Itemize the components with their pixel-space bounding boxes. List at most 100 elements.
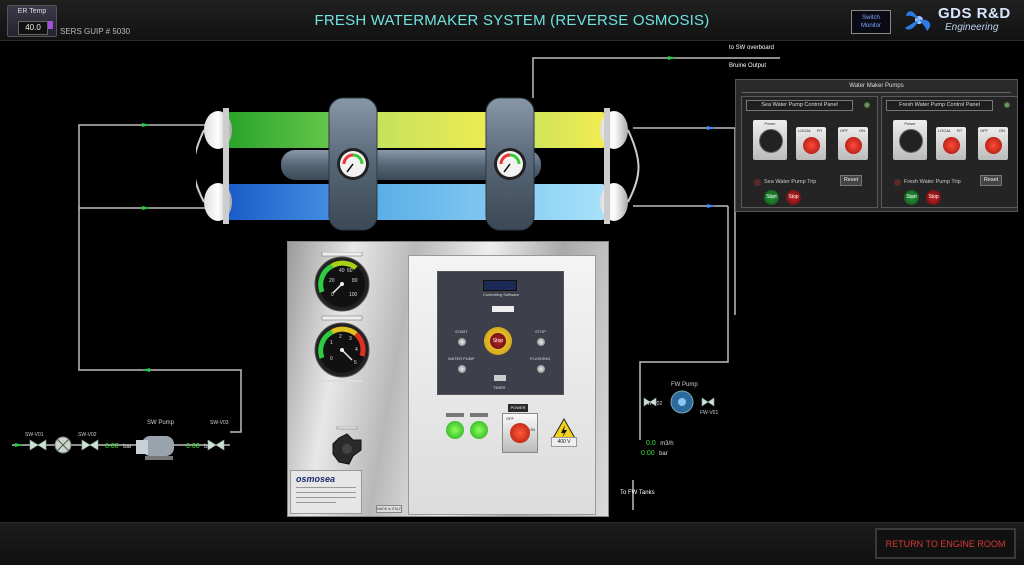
voltage-label: 400 V (551, 437, 577, 447)
display-screen (483, 280, 517, 291)
to-fw-tanks-label: To FW Tanks (620, 490, 655, 496)
bottom-bar (0, 522, 1024, 565)
sw-local-label: LOCAL (798, 128, 812, 133)
sw-power-dial-icon (759, 129, 783, 153)
power-label: POWER (508, 404, 528, 412)
sw-v02-label[interactable]: SW-V02 (78, 432, 97, 438)
made-in-italy-plate: MADE in ITALY (376, 505, 402, 513)
er-temp-marker-icon (48, 21, 53, 29)
gauge-upper-tick-80: 80 (352, 278, 358, 284)
sw-power-meter: Power (753, 120, 787, 160)
osmosea-nameplate: osmosea (290, 470, 362, 514)
sw-pump-label[interactable]: SW Pump (147, 420, 174, 426)
plate-line-4 (296, 502, 336, 503)
fw-trip-label: Fresh Water Pump Trip (904, 179, 961, 185)
fw-remote-label: RT (957, 128, 963, 133)
sw-on-label: ON (859, 128, 865, 133)
brand-title: GDS R&D (938, 5, 1011, 22)
to-sw-overboard-label: to SW overboard (729, 45, 775, 51)
sw-selector-knob-icon (803, 137, 820, 154)
green-lamp-2-icon (470, 421, 488, 439)
fw-on-off-switch[interactable]: OFF ON (978, 127, 1008, 160)
sw-stop-button[interactable]: Stop (786, 190, 801, 205)
plate-line-1 (296, 487, 356, 488)
fw-stop-button[interactable]: Stop (926, 190, 941, 205)
fw-pump-label[interactable]: FW Pump (671, 382, 698, 388)
lamp-tag-1 (446, 413, 464, 417)
main-power-switch[interactable]: OFF ON (502, 413, 538, 453)
fw-on-label: ON (999, 128, 1005, 133)
sw-v03-label[interactable]: SW-V03 (210, 420, 229, 426)
plate-line-3 (296, 497, 356, 498)
sw-v01-label[interactable]: SW-V01 (25, 432, 44, 438)
timer-label: TIMER (493, 385, 506, 390)
sw-reset-button[interactable]: Reset (840, 175, 862, 186)
er-temp-value: 40.0 (18, 21, 48, 35)
fw-pressure-readout: 0.00 bar (641, 450, 668, 457)
gauge-upper-tick-40: 40 (339, 268, 345, 274)
flushing-switch-icon[interactable] (537, 365, 545, 373)
fw-status-led-icon (1004, 102, 1010, 108)
start-indicator-icon[interactable] (458, 338, 466, 346)
sw-trip-led-icon (754, 179, 761, 186)
fw-onoff-knob-icon (985, 137, 1002, 154)
flushing-label: FLUSHING (530, 356, 551, 361)
fw-power-dial-icon (899, 129, 923, 153)
sea-water-pump-control-panel: Sea Water Pump Control Panel Power LOCAL… (741, 96, 878, 208)
sers-label: SERS GUIP # 5030 (60, 27, 131, 36)
stop-indicator-icon[interactable] (537, 338, 545, 346)
sw-start-button[interactable]: Start (764, 190, 779, 205)
fresh-water-pump-control-panel: Fresh Water Pump Control Panel Power LOC… (881, 96, 1018, 208)
start-label: START (455, 329, 468, 334)
sw-pressure-before: 0.00 bar (105, 443, 132, 450)
fw-trip-led-icon (894, 179, 901, 186)
plate-line-2 (296, 492, 356, 493)
ro-membrane-assembly (196, 97, 640, 231)
gauge-upper-tick-20: 20 (329, 278, 335, 284)
fw-reset-button[interactable]: Reset (980, 175, 1002, 186)
fw-local-remote-switch[interactable]: LOCAL RT (936, 127, 966, 160)
water-pump-switch-icon[interactable] (458, 365, 466, 373)
pressure-gauges: 40 60 20 80 0 100 2 3 4 1 5 0 (314, 252, 370, 382)
sw-status-led-icon (864, 102, 870, 108)
sw-local-remote-switch[interactable]: LOCAL RT (796, 127, 826, 160)
gauge-lower-tick-0: 0 (330, 356, 333, 362)
timer-display-icon (494, 375, 506, 381)
fw-power-label: Power (904, 121, 916, 126)
gauge-upper-tick-100: 100 (349, 292, 358, 298)
fw-local-label: LOCAL (938, 128, 952, 133)
sw-pressure-after: 0.00 bar (186, 443, 213, 450)
fw-power-meter: Power (893, 120, 927, 160)
sw-off-label: OFF (840, 128, 848, 133)
pumps-panel-divider (742, 92, 1011, 93)
gds-logo-icon (905, 11, 931, 31)
emergency-stop-button[interactable]: Stop (490, 333, 506, 349)
return-to-engine-room-button[interactable]: RETURN TO ENGINE ROOM (875, 528, 1016, 559)
gauge-lower-tick-2: 2 (339, 334, 342, 340)
water-pump-label: WATER PUMP (448, 356, 475, 361)
gauge-lower-tick-4: 4 (355, 347, 358, 353)
lamp-tag-2 (470, 413, 488, 417)
sw-power-label: Power (764, 121, 776, 126)
sw-trip-label: Sea Water Pump Trip (764, 179, 817, 185)
green-lamp-1-icon (446, 421, 464, 439)
brand-subtitle: Engineering (945, 22, 999, 33)
fw-start-button[interactable]: Start (904, 190, 919, 205)
fw-off-label: OFF (980, 128, 988, 133)
water-maker-pumps-panel: Water Maker Pumps Sea Water Pump Control… (735, 79, 1018, 212)
gauge-lower-tick-5: 5 (354, 360, 357, 366)
gauge-upper-tick-0: 0 (331, 292, 334, 298)
fw-v01-label[interactable]: FW-V01 (700, 410, 718, 416)
gauge-lower-tick-3: 3 (349, 336, 352, 342)
stop-label: STOP (535, 329, 546, 334)
sw-onoff-knob-icon (845, 137, 862, 154)
sw-remote-label: RT (817, 128, 823, 133)
sw-on-off-switch[interactable]: OFF ON (838, 127, 868, 160)
fw-v02-label[interactable]: FW-V02 (644, 401, 662, 407)
main-power-off-label: OFF (506, 416, 514, 421)
gauge-lower-tick-1: 1 (330, 340, 333, 346)
fw-panel-title: Fresh Water Pump Control Panel (886, 100, 993, 111)
flow-control-handwheel[interactable] (325, 426, 369, 470)
switch-monitor-button[interactable]: Switch Monitor (851, 10, 891, 34)
fw-selector-knob-icon (943, 137, 960, 154)
